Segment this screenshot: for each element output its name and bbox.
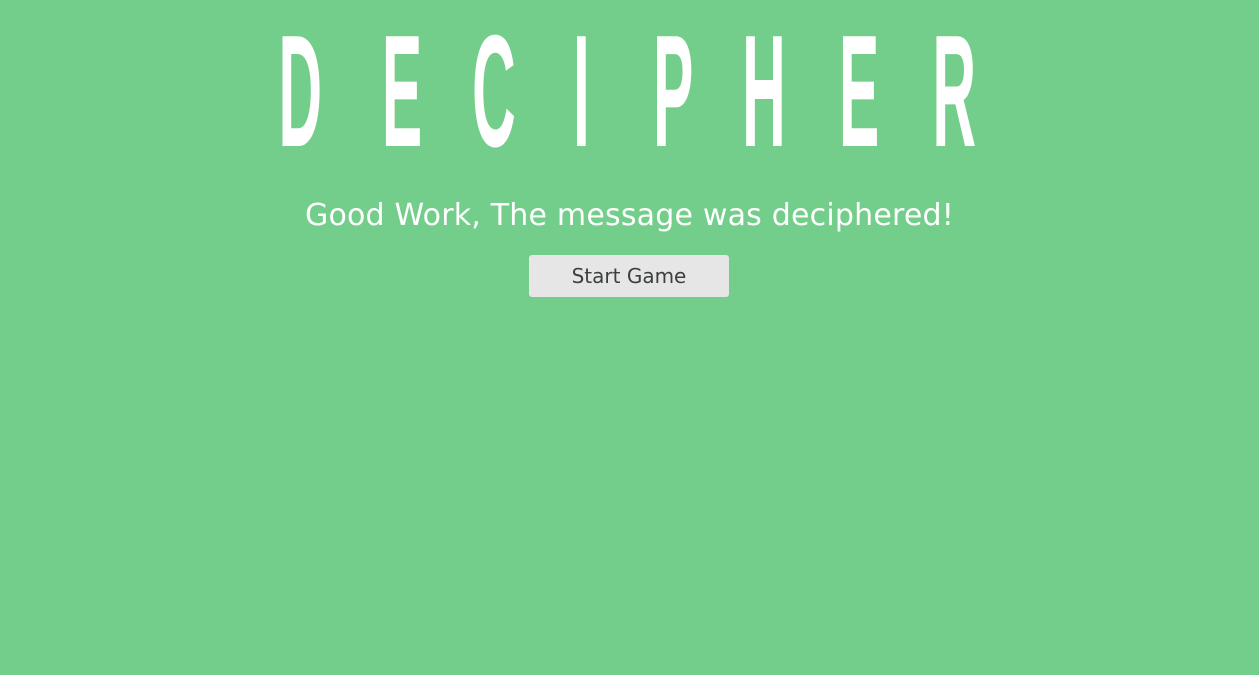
title-letter-c: C xyxy=(472,2,516,160)
title-letter-d: D xyxy=(278,2,322,160)
title-letter-i: I xyxy=(573,2,590,160)
success-message: Good Work, The message was deciphered! xyxy=(305,198,954,233)
title-letter-p: P xyxy=(653,2,693,160)
title-letter-r: R xyxy=(932,2,976,160)
game-title-letters: D E C I P H E R xyxy=(278,2,976,160)
game-screen: { "header": { "title": "DECIPHER", "lett… xyxy=(0,0,1259,675)
title-letter-e-2: E xyxy=(839,2,879,160)
start-game-button[interactable]: Start Game xyxy=(529,255,729,297)
title-letter-e: E xyxy=(382,2,422,160)
title-letter-h: H xyxy=(742,2,786,160)
game-title: D E C I P H E R xyxy=(0,0,1259,160)
